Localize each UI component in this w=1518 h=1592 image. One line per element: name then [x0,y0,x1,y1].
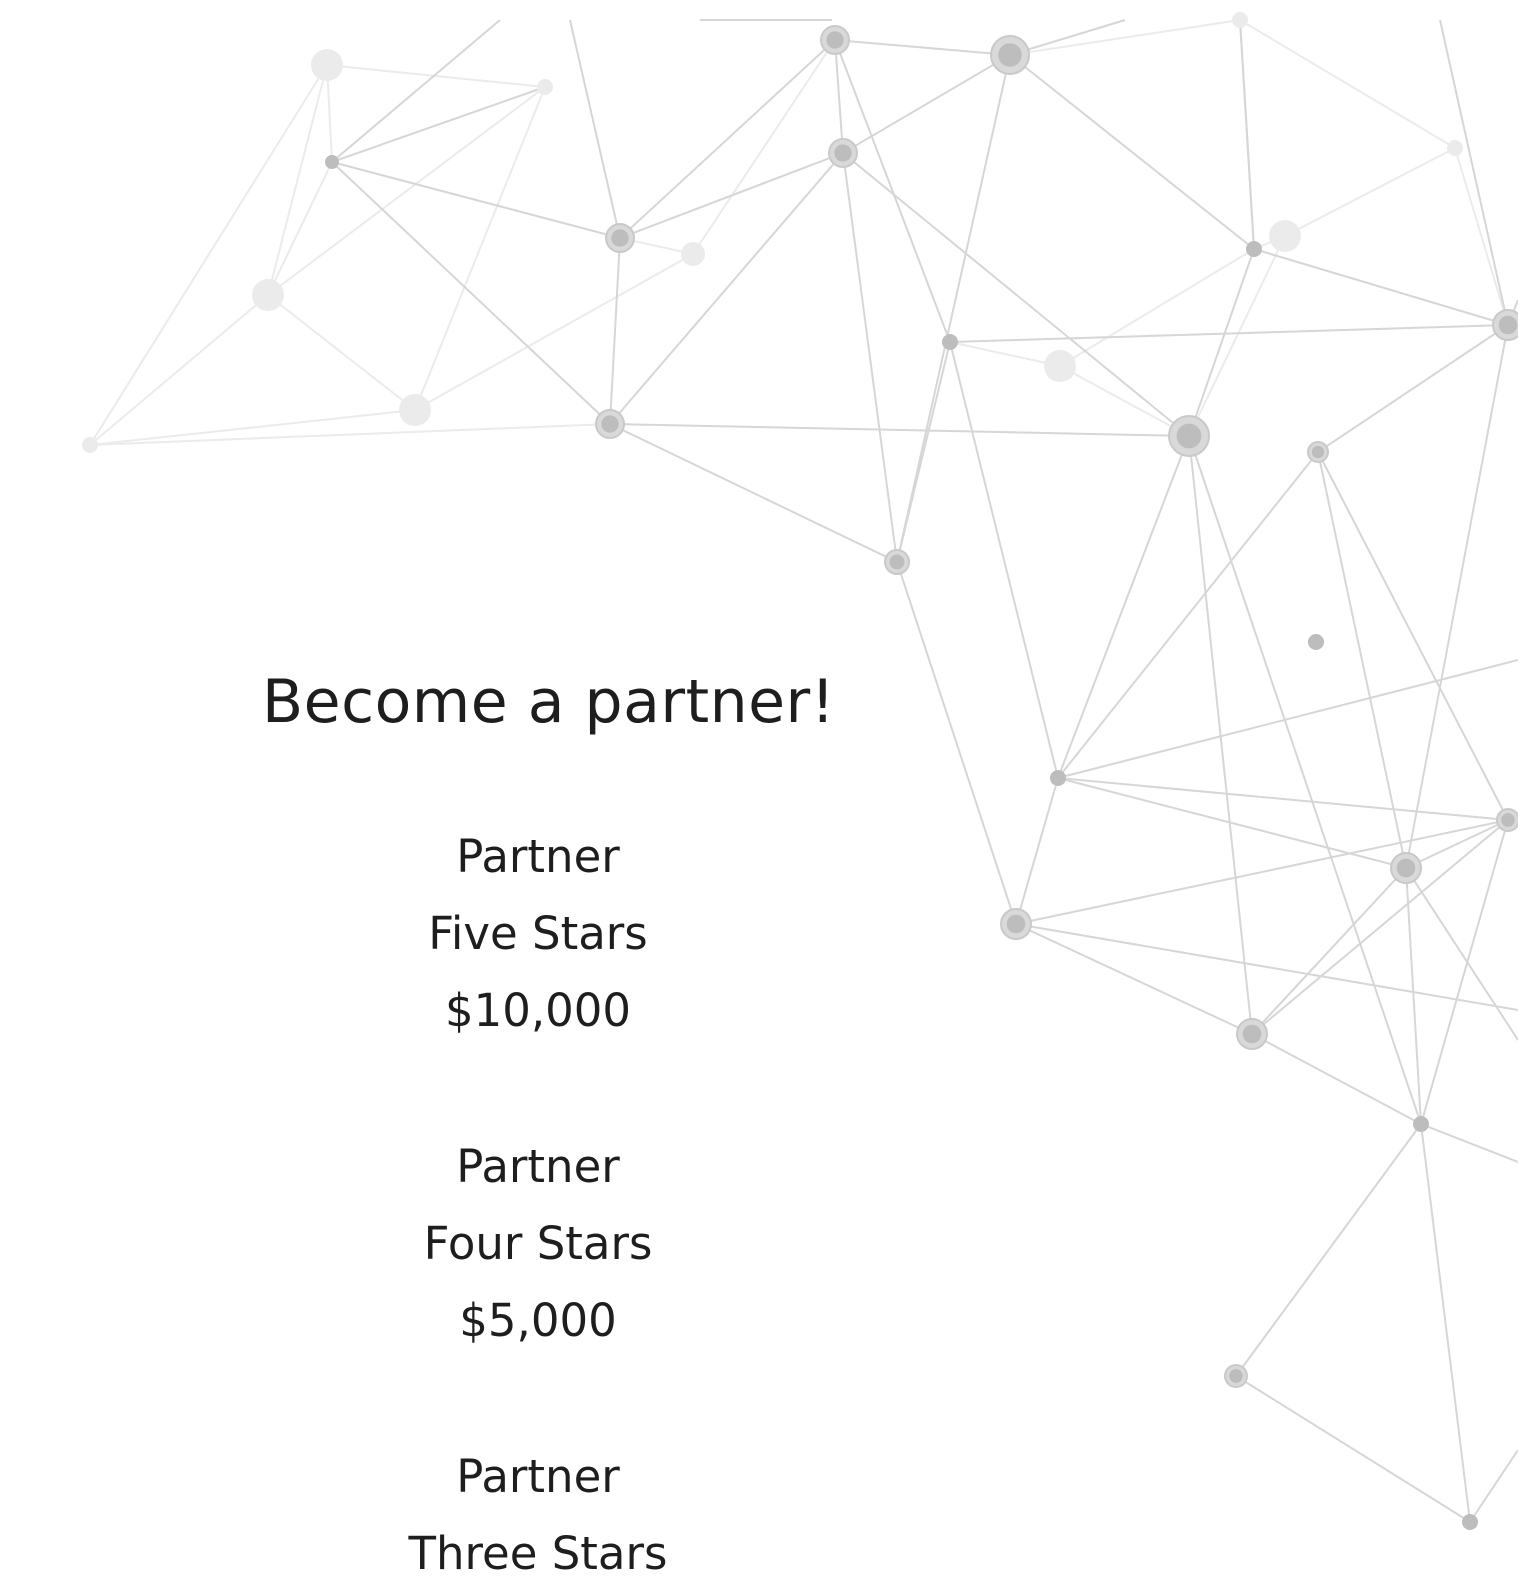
tier-price: $5,000 [459,1294,617,1347]
tier-level: Five Stars [428,907,648,960]
tier-price: $10,000 [444,984,632,1037]
tier-three-stars: Partner Three Stars [338,1438,738,1592]
page-headline: Become a partner! [262,667,836,737]
tier-label: Partner [456,830,620,883]
tier-level: Three Stars [408,1527,668,1580]
tier-four-stars: Partner Four Stars $5,000 [338,1128,738,1359]
tier-label: Partner [456,1140,620,1193]
partner-content: Become a partner! Partner Five Stars $10… [0,0,1518,1580]
tier-level: Four Stars [423,1217,653,1270]
tier-label: Partner [456,1450,620,1503]
tier-five-stars: Partner Five Stars $10,000 [338,818,738,1049]
